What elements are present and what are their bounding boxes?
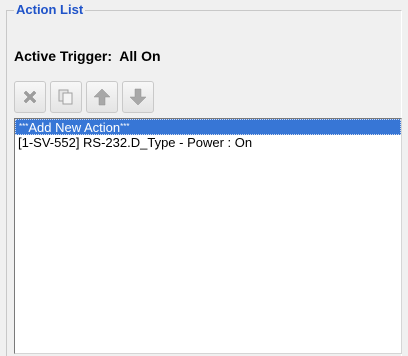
action-listbox[interactable]: ***Add New Action*** [1-SV-552] RS-232.D…: [14, 118, 402, 354]
move-up-button[interactable]: [86, 81, 118, 113]
groupbox-title: Action List: [14, 2, 86, 18]
copy-action-button[interactable]: [50, 81, 82, 113]
arrow-up-icon: [93, 88, 111, 106]
list-item-label: [1-SV-552] RS-232.D_Type - Power : On: [18, 135, 253, 150]
delete-icon: [23, 90, 37, 104]
move-down-button[interactable]: [122, 81, 154, 113]
action-toolbar: [14, 81, 154, 113]
list-item[interactable]: [1-SV-552] RS-232.D_Type - Power : On: [15, 135, 401, 151]
arrow-down-icon: [129, 88, 147, 106]
list-item-prefix: ***: [19, 122, 29, 131]
active-trigger-value: All On: [119, 48, 161, 64]
active-trigger: Active Trigger: All On: [14, 48, 161, 64]
copy-icon: [58, 89, 73, 105]
list-item-label: Add New Action: [28, 120, 121, 135]
active-trigger-label: Active Trigger:: [14, 48, 113, 64]
list-item-add-new-action[interactable]: ***Add New Action***: [15, 119, 401, 135]
delete-action-button[interactable]: [14, 81, 46, 113]
list-item-suffix: ***: [120, 122, 130, 131]
